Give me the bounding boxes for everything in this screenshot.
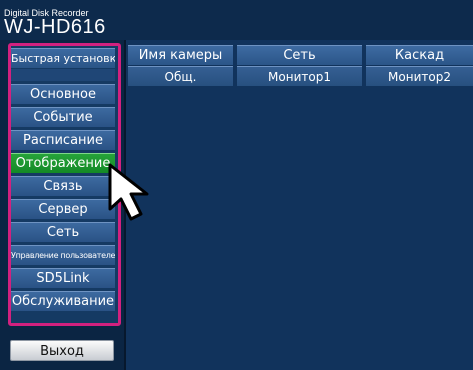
- model-name: WJ-HD616: [4, 16, 106, 38]
- tab-cascade[interactable]: Каскад: [366, 45, 473, 65]
- sidebar-title-quick-setup[interactable]: Быстрая установка: [11, 48, 115, 68]
- header-bar: Digital Disk Recorder WJ-HD616: [0, 0, 473, 40]
- sidebar-gap: [11, 69, 115, 81]
- sidebar-item-event[interactable]: Событие: [11, 107, 115, 127]
- tab-monitor1[interactable]: Монитор1: [237, 66, 362, 86]
- sidebar-item-display[interactable]: Отображение: [11, 153, 115, 173]
- tab-network[interactable]: Сеть: [237, 45, 362, 65]
- recorder-screen: Digital Disk Recorder WJ-HD616 Быстрая у…: [0, 0, 473, 370]
- exit-button[interactable]: Выход: [10, 340, 114, 361]
- sidebar-item-basic[interactable]: Основное: [11, 84, 115, 104]
- tab-camera-name[interactable]: Имя камеры: [128, 45, 233, 65]
- sidebar-item-communication[interactable]: Связь: [11, 176, 115, 196]
- sidebar-item-sd5link[interactable]: SD5Link: [11, 268, 115, 288]
- tab-general[interactable]: Общ.: [128, 66, 233, 86]
- main-content: [126, 40, 473, 370]
- sidebar-item-network[interactable]: Сеть: [11, 222, 115, 242]
- sidebar-item-user-management[interactable]: Управление пользователем: [11, 245, 115, 265]
- tab-monitor2[interactable]: Монитор2: [366, 66, 473, 86]
- sidebar-item-schedule[interactable]: Расписание: [11, 130, 115, 150]
- mouse-pointer-icon: [108, 163, 149, 221]
- sidebar-item-maintenance[interactable]: Обслуживание: [11, 291, 115, 311]
- sidebar-item-server[interactable]: Сервер: [11, 199, 115, 219]
